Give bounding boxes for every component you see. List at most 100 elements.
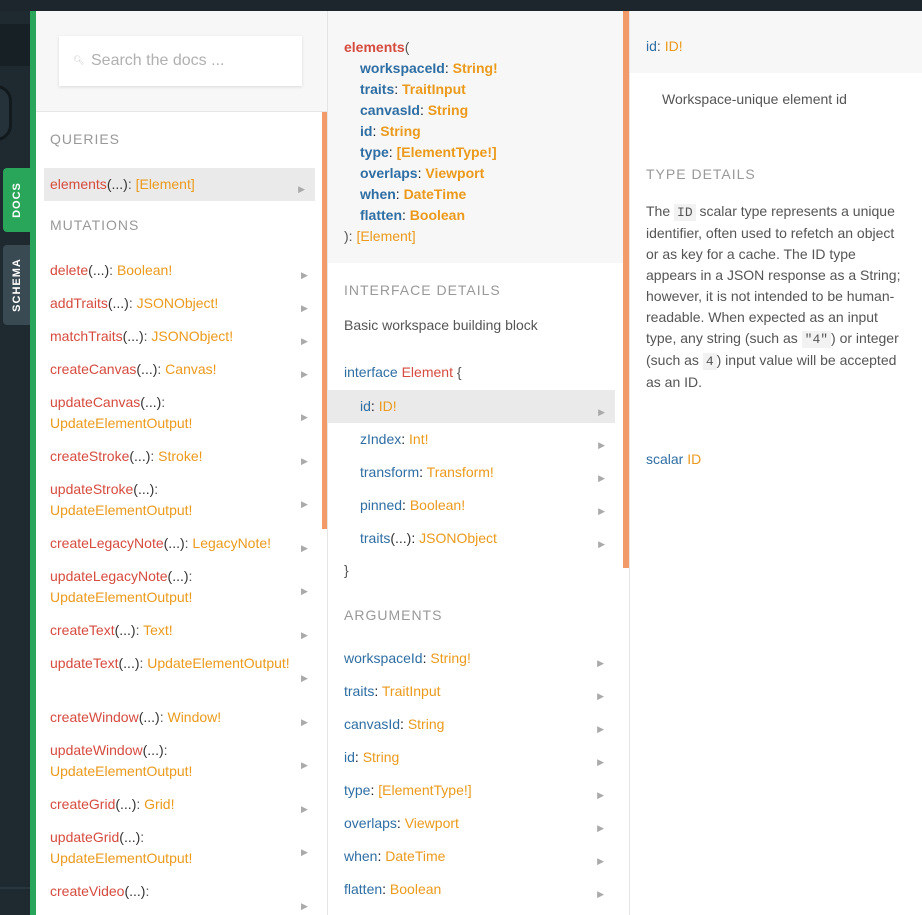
argument-flatten[interactable]: flatten: Boolean ▶: [344, 879, 614, 900]
argument-type[interactable]: String!: [430, 650, 470, 666]
mutation-type[interactable]: Canvas!: [165, 361, 216, 377]
argument-name[interactable]: canvasId: [344, 716, 400, 732]
interface-field-type[interactable]: JSONObject: [419, 530, 497, 546]
argument-name[interactable]: id: [344, 749, 355, 765]
mutation-name[interactable]: matchTraits: [50, 328, 123, 344]
interface-field-type[interactable]: Int!: [409, 431, 428, 447]
mutation-name[interactable]: createStroke: [50, 448, 129, 464]
mutation-name[interactable]: createLegacyNote: [50, 535, 164, 551]
mutation-type[interactable]: UpdateElementOutput!: [50, 589, 192, 605]
mutation-name[interactable]: addTraits: [50, 295, 108, 311]
mutation-type[interactable]: UpdateElementOutput!: [147, 655, 289, 671]
mutation-type[interactable]: Text!: [143, 622, 173, 638]
mutation-type[interactable]: Boolean!: [117, 262, 172, 278]
mutation-type[interactable]: Stroke!: [158, 448, 202, 464]
signature-arg-type[interactable]: [ElementType!]: [397, 144, 497, 160]
mutation-item-addTraits[interactable]: addTraits(...): JSONObject! ▶: [44, 293, 308, 314]
query-type[interactable]: [Element]: [136, 176, 195, 192]
signature-arg-name[interactable]: when: [360, 186, 396, 202]
signature-arg[interactable]: canvasId: String: [344, 100, 624, 121]
mutation-name[interactable]: createCanvas: [50, 361, 136, 377]
schema-tab[interactable]: SCHEMA: [3, 245, 30, 325]
argument-name[interactable]: overlaps: [344, 815, 397, 831]
argument-type[interactable]: Boolean: [390, 881, 441, 897]
argument-type[interactable]: [ElementType!]: [378, 782, 471, 798]
query-item-elements[interactable]: elements(...): [Element] ▶: [44, 168, 315, 201]
mutation-name[interactable]: delete: [50, 262, 88, 278]
mutation-item-createVideo[interactable]: createVideo(...): ▶: [44, 881, 308, 911]
signature-arg-name[interactable]: id: [360, 123, 372, 139]
mutation-name[interactable]: updateLegacyNote: [50, 568, 168, 584]
signature-arg-type[interactable]: String: [428, 102, 468, 118]
interface-field-zIndex[interactable]: zIndex: Int! ▶: [328, 423, 615, 456]
interface-field-name[interactable]: transform: [360, 464, 419, 480]
mutation-item-updateWindow[interactable]: updateWindow(...): UpdateElementOutput! ▶: [44, 740, 308, 782]
mutation-name[interactable]: createWindow: [50, 709, 139, 725]
mutation-type[interactable]: Window!: [167, 709, 221, 725]
mutation-type[interactable]: JSONObject!: [151, 328, 233, 344]
interface-field-type[interactable]: Transform!: [427, 464, 494, 480]
mutation-type[interactable]: UpdateElementOutput!: [50, 415, 192, 431]
mutation-item-updateText[interactable]: updateText(...): UpdateElementOutput! ▶: [44, 653, 308, 683]
query-name[interactable]: elements: [50, 176, 107, 192]
signature-arg-type[interactable]: String!: [453, 60, 498, 76]
argument-overlaps[interactable]: overlaps: Viewport ▶: [344, 813, 614, 834]
mutation-item-createLegacyNote[interactable]: createLegacyNote(...): LegacyNote! ▶: [44, 533, 308, 554]
mutation-type[interactable]: Grid!: [144, 796, 174, 812]
mutation-item-updateStroke[interactable]: updateStroke(...): UpdateElementOutput! ▶: [44, 479, 308, 521]
mutation-item-createWindow[interactable]: createWindow(...): Window! ▶: [44, 707, 308, 728]
signature-arg[interactable]: traits: TraitInput: [344, 79, 624, 100]
mutation-item-updateGrid[interactable]: updateGrid(...): UpdateElementOutput! ▶: [44, 827, 308, 869]
argument-type[interactable]: String: [408, 716, 445, 732]
argument-workspaceId[interactable]: workspaceId: String! ▶: [344, 648, 614, 669]
interface-field-transform[interactable]: transform: Transform! ▶: [328, 456, 615, 489]
signature-arg[interactable]: workspaceId: String!: [344, 58, 624, 79]
interface-field-type[interactable]: ID!: [379, 398, 397, 414]
argument-name[interactable]: type: [344, 782, 370, 798]
signature-arg-name[interactable]: workspaceId: [360, 60, 445, 76]
signature-arg-type[interactable]: DateTime: [404, 186, 467, 202]
signature-arg[interactable]: flatten: Boolean: [344, 205, 624, 226]
docs-tab[interactable]: DOCS: [3, 168, 30, 232]
argument-name[interactable]: workspaceId: [344, 650, 423, 666]
mutation-name[interactable]: updateWindow: [50, 742, 143, 758]
mutation-name[interactable]: updateCanvas: [50, 394, 140, 410]
mutation-name[interactable]: updateGrid: [50, 829, 119, 845]
signature-arg[interactable]: type: [ElementType!]: [344, 142, 624, 163]
argument-name[interactable]: flatten: [344, 881, 382, 897]
argument-canvasId[interactable]: canvasId: String ▶: [344, 714, 614, 735]
mutation-name[interactable]: createGrid: [50, 796, 115, 812]
interface-field-type[interactable]: Boolean!: [410, 497, 465, 513]
argument-type[interactable]: String: [363, 749, 400, 765]
signature-arg-type[interactable]: String: [380, 123, 420, 139]
interface-field-pinned[interactable]: pinned: Boolean! ▶: [328, 489, 615, 522]
mutation-item-updateLegacyNote[interactable]: updateLegacyNote(...): UpdateElementOutp…: [44, 566, 308, 608]
signature-arg-name[interactable]: overlaps: [360, 165, 418, 181]
argument-type[interactable]: TraitInput: [382, 683, 441, 699]
argument-type[interactable]: DateTime: [385, 848, 445, 864]
signature-return-type[interactable]: [Element]: [356, 228, 415, 244]
argument-type[interactable]: type: [ElementType!] ▶: [344, 780, 614, 801]
argument-when[interactable]: when: DateTime ▶: [344, 846, 614, 867]
argument-id[interactable]: id: String ▶: [344, 747, 614, 768]
interface-field-name[interactable]: zIndex: [360, 431, 401, 447]
argument-name[interactable]: traits: [344, 683, 374, 699]
mutation-item-updateCanvas[interactable]: updateCanvas(...): UpdateElementOutput! ▶: [44, 392, 308, 434]
signature-arg-name[interactable]: type: [360, 144, 389, 160]
signature-arg[interactable]: overlaps: Viewport: [344, 163, 624, 184]
argument-traits[interactable]: traits: TraitInput ▶: [344, 681, 614, 702]
signature-arg[interactable]: id: String: [344, 121, 624, 142]
interface-field-traits[interactable]: traits(...): JSONObject ▶: [328, 522, 615, 555]
signature-arg-name[interactable]: canvasId: [360, 102, 420, 118]
signature-arg-name[interactable]: traits: [360, 81, 394, 97]
signature-arg-type[interactable]: Boolean: [410, 207, 465, 223]
mutation-item-createCanvas[interactable]: createCanvas(...): Canvas! ▶: [44, 359, 308, 380]
mutation-item-createText[interactable]: createText(...): Text! ▶: [44, 620, 308, 641]
search-input[interactable]: [89, 51, 293, 71]
argument-name[interactable]: when: [344, 848, 377, 864]
interface-field-id[interactable]: id: ID! ▶: [328, 390, 615, 423]
mutation-item-createGrid[interactable]: createGrid(...): Grid! ▶: [44, 794, 308, 815]
mutation-item-delete[interactable]: delete(...): Boolean! ▶: [44, 260, 308, 281]
mutation-type[interactable]: UpdateElementOutput!: [50, 763, 192, 779]
argument-type[interactable]: Viewport: [405, 815, 459, 831]
